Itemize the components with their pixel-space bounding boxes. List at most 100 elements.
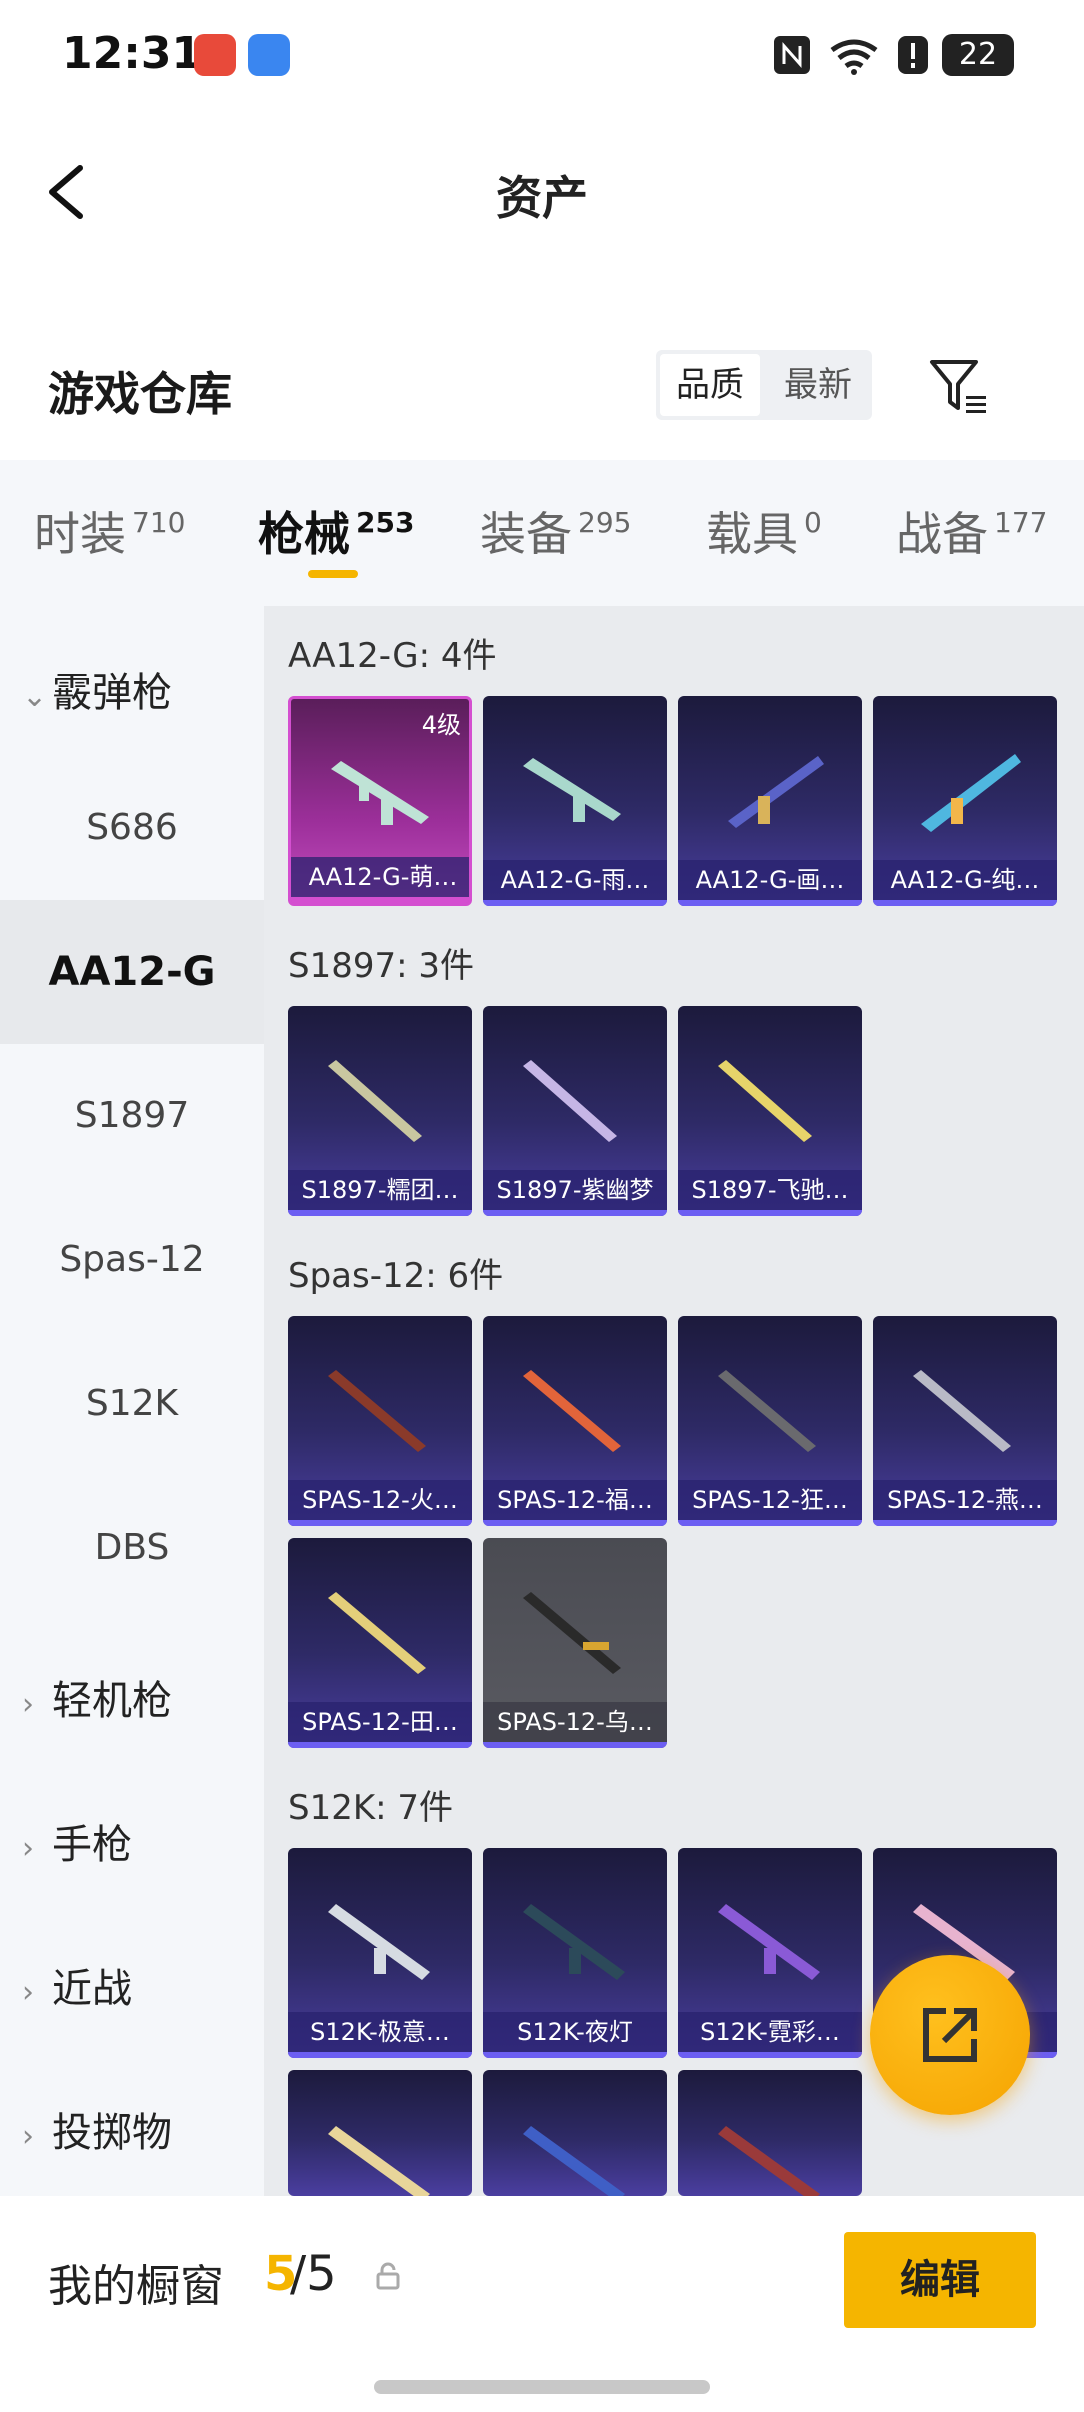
gun-icon bbox=[328, 1592, 426, 1674]
showcase-total: /5 bbox=[290, 2246, 337, 2302]
sort-quality-button[interactable]: 品质 bbox=[660, 354, 760, 416]
item-card[interactable]: S12K-极意… bbox=[288, 1848, 472, 2058]
item-card[interactable] bbox=[483, 2070, 667, 2196]
rarity-bar bbox=[483, 1520, 667, 1526]
tab-label: 战备 bbox=[896, 507, 988, 561]
gun-icon bbox=[718, 1060, 812, 1142]
item-card[interactable]: S12K-夜灯 bbox=[483, 1848, 667, 2058]
item-card[interactable]: SPAS-12-乌… bbox=[483, 1538, 667, 1748]
item-card[interactable]: S1897-紫幽梦 bbox=[483, 1006, 667, 1216]
battery-icon: 22 bbox=[942, 34, 1014, 76]
item-card[interactable]: AA12-G-雨… bbox=[483, 696, 667, 906]
item-label: AA12-G-画… bbox=[678, 860, 862, 900]
rarity-bar bbox=[288, 2052, 472, 2058]
edit-button[interactable]: 编辑 bbox=[844, 2232, 1036, 2328]
sidebar-group-label: 近战 bbox=[52, 1966, 132, 2012]
alert-icon bbox=[898, 36, 928, 74]
share-button[interactable] bbox=[870, 1955, 1030, 2115]
item-card[interactable]: SPAS-12-燕… bbox=[873, 1316, 1057, 1526]
gun-icon bbox=[523, 2126, 625, 2196]
item-card[interactable]: SPAS-12-狂… bbox=[678, 1316, 862, 1526]
rarity-bar bbox=[483, 2052, 667, 2058]
chevron-right-icon: › bbox=[22, 1975, 34, 2010]
rarity-bar bbox=[678, 1520, 862, 1526]
item-label: SPAS-12-狂… bbox=[678, 1480, 862, 1520]
sidebar-group-melee[interactable]: › 近战 bbox=[22, 1956, 132, 2014]
gun-icon bbox=[523, 1370, 621, 1452]
external-link-icon bbox=[923, 2008, 977, 2062]
gun-icon bbox=[523, 1904, 625, 1980]
section-title: AA12-G: 4件 bbox=[288, 636, 497, 676]
sort-latest-button[interactable]: 最新 bbox=[768, 354, 868, 416]
gun-icon bbox=[328, 2126, 430, 2196]
item-card[interactable] bbox=[678, 2070, 862, 2196]
chevron-right-icon: › bbox=[22, 2119, 34, 2154]
item-card[interactable]: SPAS-12-福… bbox=[483, 1316, 667, 1526]
rarity-bar bbox=[288, 1742, 472, 1748]
item-card[interactable]: S1897-飞驰… bbox=[678, 1006, 862, 1216]
showcase-title: 我的橱窗 bbox=[48, 2261, 224, 2312]
item-label: AA12-G-雨… bbox=[483, 860, 667, 900]
rarity-bar bbox=[873, 1520, 1057, 1526]
cloud-app-icon bbox=[248, 34, 290, 76]
item-card[interactable]: S12K-霓彩… bbox=[678, 1848, 862, 2058]
item-card[interactable] bbox=[288, 2070, 472, 2196]
security-app-icon bbox=[194, 34, 236, 76]
item-label: SPAS-12-火… bbox=[288, 1480, 472, 1520]
wifi-icon bbox=[830, 39, 878, 75]
item-card[interactable]: AA12-G-画… bbox=[678, 696, 862, 906]
item-label: SPAS-12-福… bbox=[483, 1480, 667, 1520]
sidebar-item-dbs[interactable]: DBS bbox=[0, 1476, 264, 1620]
rarity-bar bbox=[483, 900, 667, 906]
sidebar-group-lmg[interactable]: › 轻机枪 bbox=[22, 1668, 172, 1726]
sidebar-item-s1897[interactable]: S1897 bbox=[0, 1044, 264, 1188]
filter-icon[interactable] bbox=[928, 358, 988, 414]
sidebar-group-label: 手枪 bbox=[52, 1822, 132, 1868]
gun-icon bbox=[328, 1904, 430, 1980]
item-label: SPAS-12-田… bbox=[288, 1702, 472, 1742]
sidebar-group-pistol[interactable]: › 手枪 bbox=[22, 1812, 132, 1870]
item-card[interactable]: SPAS-12-火… bbox=[288, 1316, 472, 1526]
home-indicator[interactable] bbox=[374, 2380, 710, 2394]
tab-count: 710 bbox=[132, 506, 186, 539]
gun-icon bbox=[328, 1060, 422, 1142]
tab-label: 装备 bbox=[480, 507, 572, 561]
item-level-badge: 4级 bbox=[421, 711, 461, 739]
tab-firearms[interactable]: 枪械 253 bbox=[258, 498, 414, 564]
battery-level: 22 bbox=[958, 37, 998, 72]
tab-fashion[interactable]: 时装 710 bbox=[34, 498, 185, 564]
lock-icon bbox=[376, 2262, 400, 2290]
item-label: AA12-G-萌… bbox=[291, 857, 469, 897]
sidebar-group-shotgun[interactable]: ⌄ 霰弹枪 bbox=[22, 660, 172, 718]
section-title: S1897: 3件 bbox=[288, 946, 475, 986]
tab-supplies[interactable]: 战备 177 bbox=[896, 498, 1047, 564]
item-label: S12K-霓彩… bbox=[678, 2012, 862, 2052]
tab-vehicles[interactable]: 载具 0 bbox=[706, 498, 822, 564]
sidebar-item-s686[interactable]: S686 bbox=[0, 756, 264, 900]
rarity-bar bbox=[678, 900, 862, 906]
warehouse-title: 游戏仓库 bbox=[48, 367, 232, 421]
tab-count: 177 bbox=[994, 506, 1048, 539]
gun-icon bbox=[523, 1592, 621, 1674]
item-card[interactable]: S1897-糯团… bbox=[288, 1006, 472, 1216]
tab-count: 295 bbox=[578, 506, 632, 539]
item-card[interactable]: SPAS-12-田… bbox=[288, 1538, 472, 1748]
item-label: SPAS-12-乌… bbox=[483, 1702, 667, 1742]
chevron-right-icon: › bbox=[22, 1687, 34, 1722]
sidebar-group-throwables[interactable]: › 投掷物 bbox=[22, 2100, 172, 2158]
item-card[interactable]: AA12-G-纯… bbox=[873, 696, 1057, 906]
sidebar-item-spas12[interactable]: Spas-12 bbox=[0, 1188, 264, 1332]
sidebar-item-aa12g[interactable]: AA12-G bbox=[0, 900, 264, 1044]
item-label: S1897-糯团… bbox=[288, 1170, 472, 1210]
rarity-bar bbox=[678, 2052, 862, 2058]
gun-icon bbox=[718, 1904, 820, 1980]
rarity-bar bbox=[873, 900, 1057, 906]
rarity-bar bbox=[678, 1210, 862, 1216]
gun-icon bbox=[728, 756, 824, 828]
gun-icon bbox=[331, 761, 429, 825]
sidebar-group-label: 投掷物 bbox=[52, 2110, 172, 2156]
tab-equipment[interactable]: 装备 295 bbox=[480, 498, 631, 564]
item-card[interactable]: 4级 AA12-G-萌… bbox=[288, 696, 472, 906]
gun-icon bbox=[523, 758, 621, 822]
sidebar-item-s12k[interactable]: S12K bbox=[0, 1332, 264, 1476]
